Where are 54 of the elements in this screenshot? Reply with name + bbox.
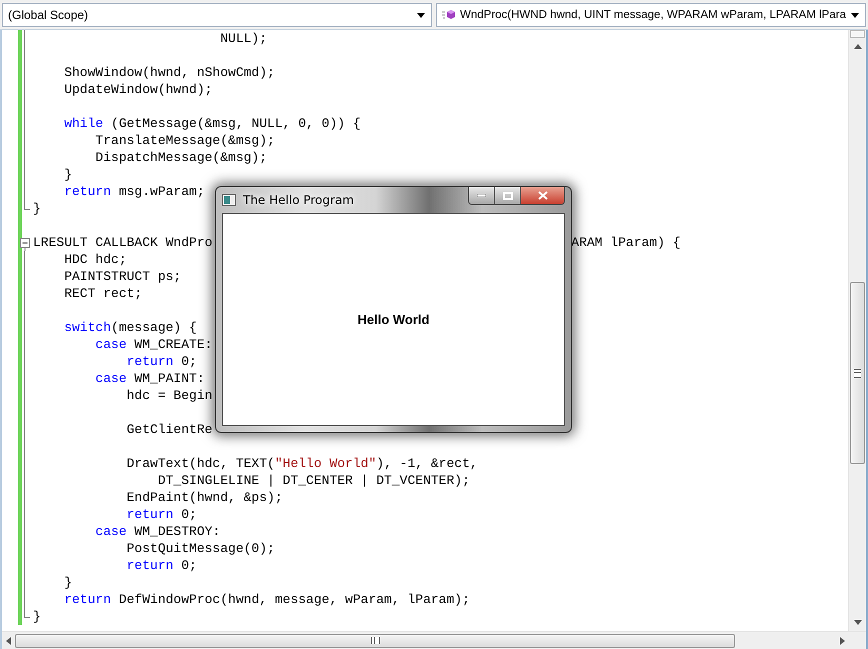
scroll-thumb[interactable] <box>850 282 865 464</box>
code-line: LRESULT CALLBACK WndPro <box>33 234 212 251</box>
close-button[interactable] <box>521 187 564 204</box>
splitter-handle[interactable] <box>850 30 865 38</box>
scroll-up-icon[interactable] <box>854 44 862 49</box>
cube-icon <box>442 9 456 21</box>
code-line: return 0; <box>126 506 197 523</box>
code-line: ShowWindow(hwnd, nShowCmd); <box>63 64 275 81</box>
maximize-button[interactable] <box>495 187 521 204</box>
code-line: while (GetMessage(&msg, NULL, 0, 0)) { <box>63 115 361 132</box>
code-line: case WM_DESTROY: <box>94 523 220 540</box>
app-icon <box>222 194 236 206</box>
code-line: NULL); <box>219 30 268 47</box>
member-dropdown[interactable]: WndProc(HWND hwnd, UINT message, WPARAM wParam, LPARAM lPara <box>436 3 866 27</box>
window-title: The Hello Program <box>243 193 354 207</box>
code-line: RECT rect; <box>63 285 142 302</box>
scroll-left-icon[interactable] <box>6 636 11 644</box>
close-icon <box>538 191 548 200</box>
minimize-button[interactable] <box>469 187 495 204</box>
code-line: } <box>63 574 72 591</box>
code-line: return DefWindowProc(hwnd, message, wParam, lParam); <box>63 591 470 608</box>
code-line: TranslateMessage(&msg); <box>94 132 275 149</box>
code-line: UpdateWindow(hwnd); <box>63 81 212 98</box>
code-line: HDC hdc; <box>63 251 127 268</box>
code-line: DT_SINGLELINE | DT_CENTER | DT_VCENTER); <box>156 472 470 489</box>
code-line: return 0; <box>126 353 197 370</box>
code-line: return 0; <box>126 557 197 574</box>
maximize-icon <box>502 192 512 200</box>
code-line: return msg.wParam; <box>63 183 205 200</box>
code-line: case WM_CREATE: <box>94 336 212 353</box>
scroll-thumb[interactable] <box>15 634 735 648</box>
scroll-right-icon[interactable] <box>840 636 845 644</box>
vertical-scrollbar[interactable] <box>848 30 866 631</box>
code-line: PostQuitMessage(0); <box>126 540 275 557</box>
minimize-icon <box>477 194 486 197</box>
code-line: EndPaint(hwnd, &ps); <box>126 489 283 506</box>
code-line: case WM_PAINT: <box>94 370 205 387</box>
code-line: } <box>33 608 41 625</box>
horizontal-scrollbar[interactable] <box>2 631 866 649</box>
code-line: } <box>63 166 72 183</box>
scroll-down-icon[interactable] <box>854 620 862 625</box>
code-line: hdc = Begin <box>126 387 212 404</box>
scope-dropdown[interactable]: (Global Scope) <box>2 3 432 27</box>
code-line: } <box>33 200 41 217</box>
caret-icon <box>851 12 859 18</box>
code-line: GetClientRe <box>126 421 212 438</box>
program-window[interactable]: The Hello Program Hello World <box>215 186 572 433</box>
code-line: PAINTSTRUCT ps; <box>63 268 182 285</box>
code-line: DrawText(hdc, TEXT("Hello World"), -1, &rect, <box>126 455 478 472</box>
caret-icon <box>417 12 425 18</box>
window-content-text: Hello World <box>358 312 430 327</box>
code-line: DispatchMessage(&msg); <box>94 149 268 166</box>
code-line: ARAM lParam) { <box>571 234 680 251</box>
code-line: switch(message) { <box>63 319 197 336</box>
